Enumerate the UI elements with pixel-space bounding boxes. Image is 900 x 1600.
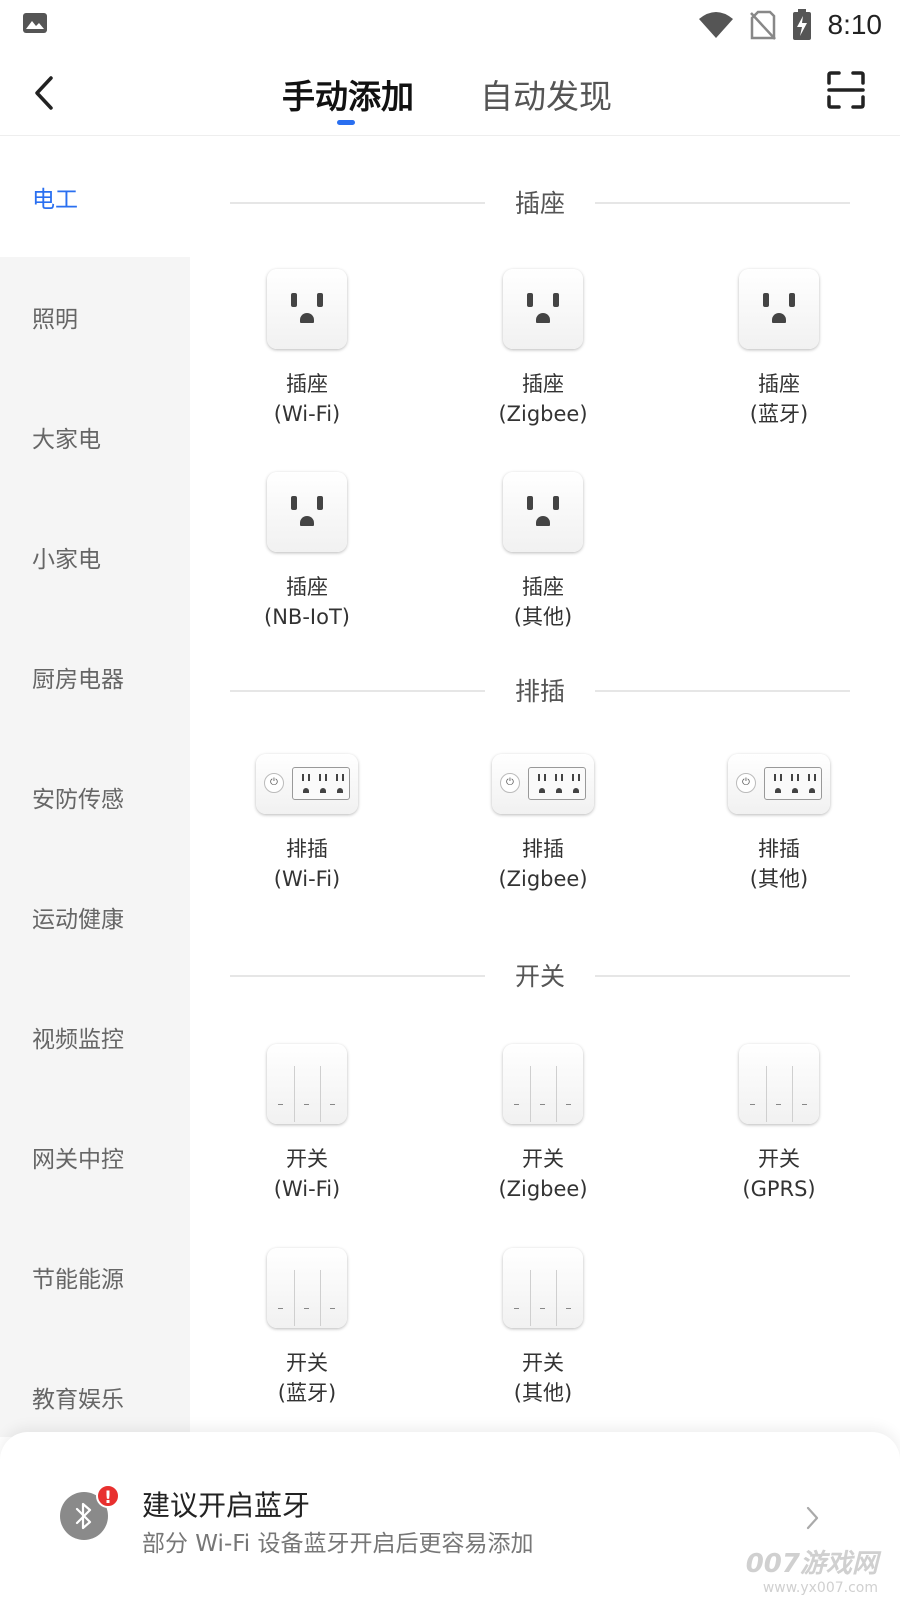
device-name: 插座 xyxy=(286,575,328,599)
bluetooth-tip-card[interactable]: ! 建议开启蓝牙 部分 Wi-Fi 设备蓝牙开启后更容易添加 007游戏网 ww… xyxy=(0,1432,900,1600)
device-variant: (Wi-Fi) xyxy=(273,1177,341,1201)
status-icons: 8:10 xyxy=(698,6,883,44)
clock: 8:10 xyxy=(827,9,883,40)
device-name: 插座 xyxy=(758,372,800,396)
chevron-right-icon xyxy=(806,1506,819,1530)
device-switch-zigbee[interactable]: 开关 (Zigbee) xyxy=(468,1044,618,1204)
socket-icon xyxy=(503,269,583,349)
device-variant: (GPRS) xyxy=(742,1177,816,1201)
watermark-brand: 007游戏网 xyxy=(745,1549,878,1579)
device-variant: (其他) xyxy=(513,605,573,629)
sidebar-item-video[interactable]: 视频监控 xyxy=(0,977,190,1097)
chevron-left-icon xyxy=(35,76,53,110)
device-variant: (其他) xyxy=(749,867,809,891)
bluetooth-tip-title: 建议开启蓝牙 xyxy=(142,1489,311,1522)
sidebar-item-small-appliances[interactable]: 小家电 xyxy=(0,497,190,617)
power-strip-icon: ⏻ xyxy=(492,754,594,814)
watermark-url: www.yx007.com xyxy=(762,1580,878,1596)
wall-switch-icon xyxy=(739,1044,819,1124)
device-switch-other[interactable]: 开关 (其他) xyxy=(468,1248,618,1408)
top-bar: 手动添加 自动发现 xyxy=(0,50,900,136)
device-name: 开关 xyxy=(286,1351,328,1375)
section-title: 开关 xyxy=(514,962,565,991)
scan-qr-icon[interactable] xyxy=(826,70,866,110)
wall-switch-icon xyxy=(267,1248,347,1328)
socket-icon xyxy=(267,269,347,349)
section-header-sockets: 插座 xyxy=(230,182,850,222)
device-variant: (其他) xyxy=(513,1381,573,1405)
device-variant: (NB-IoT) xyxy=(264,605,350,629)
bluetooth-tip-subtitle: 部分 Wi-Fi 设备蓝牙开启后更容易添加 xyxy=(142,1531,534,1557)
device-socket-zigbee[interactable]: 插座 (Zigbee) xyxy=(468,269,618,429)
device-socket-other[interactable]: 插座 (其他) xyxy=(468,472,618,632)
device-switch-gprs[interactable]: 开关 (GPRS) xyxy=(704,1044,854,1204)
sidebar-item-security[interactable]: 安防传感 xyxy=(0,737,190,857)
wall-switch-icon xyxy=(267,1044,347,1124)
wifi-icon xyxy=(698,12,733,38)
socket-icon xyxy=(503,472,583,552)
sidebar-item-fitness[interactable]: 运动健康 xyxy=(0,857,190,977)
no-sim-icon xyxy=(749,10,776,40)
alert-badge: ! xyxy=(96,1484,120,1508)
device-variant: (蓝牙) xyxy=(749,402,809,426)
watermark: 007游戏网 www.yx007.com xyxy=(746,1543,878,1596)
section-title: 插座 xyxy=(514,189,565,218)
device-name: 排插 xyxy=(758,837,800,861)
section-header-switches: 开关 xyxy=(230,955,850,995)
device-name: 排插 xyxy=(522,837,564,861)
device-list: 插座 插座 (Wi-Fi) 插座 (Zigbee) 插座 (蓝牙) 插座 (NB-IoT… xyxy=(190,137,900,1437)
socket-icon xyxy=(267,472,347,552)
image-notification-icon xyxy=(23,13,47,33)
device-name: 插座 xyxy=(286,372,328,396)
device-name: 开关 xyxy=(522,1351,564,1375)
device-socket-nbiot[interactable]: 插座 (NB-IoT) xyxy=(232,472,382,632)
device-strip-zigbee[interactable]: ⏻ 排插 (Zigbee) xyxy=(468,744,618,894)
socket-icon xyxy=(739,269,819,349)
power-strip-icon: ⏻ xyxy=(728,754,830,814)
device-variant: (Zigbee) xyxy=(498,867,588,891)
device-name: 开关 xyxy=(286,1147,328,1171)
device-name: 插座 xyxy=(522,575,564,599)
device-name: 开关 xyxy=(758,1147,800,1171)
device-name: 排插 xyxy=(286,837,328,861)
device-strip-wifi[interactable]: ⏻ 排插 (Wi-Fi) xyxy=(232,744,382,894)
device-name: 开关 xyxy=(522,1147,564,1171)
device-switch-wifi[interactable]: 开关 (Wi-Fi) xyxy=(232,1044,382,1204)
device-switch-bluetooth[interactable]: 开关 (蓝牙) xyxy=(232,1248,382,1408)
sidebar-item-lighting[interactable]: 照明 xyxy=(0,257,190,377)
category-sidebar: 电工 照明 大家电 小家电 厨房电器 安防传感 运动健康 视频监控 网关中控 节… xyxy=(0,137,190,1437)
sidebar-item-energy[interactable]: 节能能源 xyxy=(0,1217,190,1337)
wall-switch-icon xyxy=(503,1044,583,1124)
back-button[interactable] xyxy=(24,68,64,118)
device-socket-bluetooth[interactable]: 插座 (蓝牙) xyxy=(704,269,854,429)
section-header-power-strips: 排插 xyxy=(230,670,850,710)
wall-switch-icon xyxy=(503,1248,583,1328)
device-variant: (Wi-Fi) xyxy=(273,402,341,426)
device-strip-other[interactable]: ⏻ 排插 (其他) xyxy=(704,744,854,894)
device-name: 插座 xyxy=(522,372,564,396)
tab-auto-discover[interactable]: 自动发现 xyxy=(480,70,612,118)
device-variant: (Zigbee) xyxy=(498,1177,588,1201)
sidebar-item-gateway[interactable]: 网关中控 xyxy=(0,1097,190,1217)
device-socket-wifi[interactable]: 插座 (Wi-Fi) xyxy=(232,269,382,429)
device-variant: (Zigbee) xyxy=(498,402,588,426)
active-tab-indicator xyxy=(337,120,355,125)
device-variant: (Wi-Fi) xyxy=(273,867,341,891)
section-title: 排插 xyxy=(514,677,565,706)
sidebar-item-electrical[interactable]: 电工 xyxy=(0,137,190,257)
sidebar-item-kitchen[interactable]: 厨房电器 xyxy=(0,617,190,737)
sidebar-item-large-appliances[interactable]: 大家电 xyxy=(0,377,190,497)
status-bar: 8:10 xyxy=(0,0,900,50)
battery-charging-icon xyxy=(792,9,811,40)
device-variant: (蓝牙) xyxy=(277,1381,337,1405)
tab-manual-add[interactable]: 手动添加 xyxy=(282,70,414,118)
power-strip-icon: ⏻ xyxy=(256,754,358,814)
